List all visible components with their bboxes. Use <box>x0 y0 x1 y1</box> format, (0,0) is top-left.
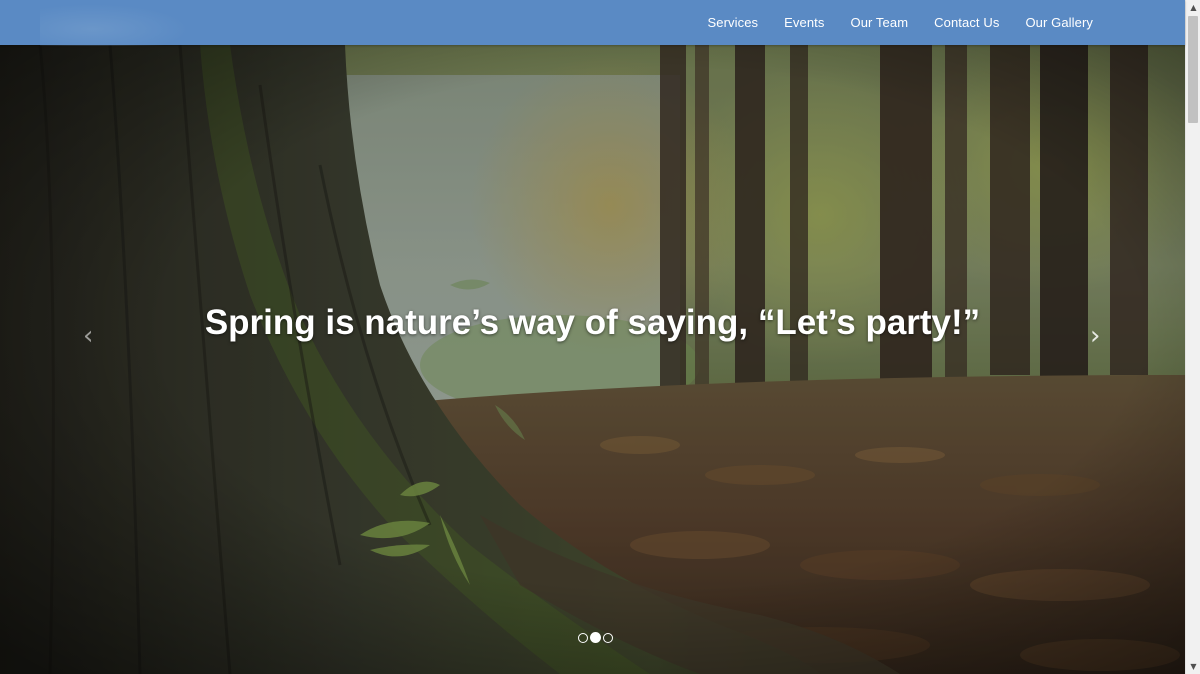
carousel-indicator-1[interactable] <box>578 632 588 643</box>
scroll-down-arrow[interactable]: ▼ <box>1186 659 1200 674</box>
hero-carousel: ‹ Spring is nature’s way of saying, “Let… <box>0 45 1185 674</box>
vertical-scrollbar[interactable]: ▲ ▼ <box>1185 0 1200 674</box>
scroll-thumb[interactable] <box>1188 16 1198 123</box>
site-logo[interactable] <box>40 4 190 46</box>
nav-link-events[interactable]: Events <box>784 15 824 30</box>
carousel-indicator-2[interactable] <box>590 632 601 643</box>
carousel-next-arrow[interactable]: › <box>1090 323 1100 349</box>
nav-link-services[interactable]: Services <box>707 15 758 30</box>
navbar: Services Events Our Team Contact Us Our … <box>0 0 1185 46</box>
hero-caption: Spring is nature’s way of saying, “Let’s… <box>204 303 981 342</box>
carousel-indicators <box>577 632 614 643</box>
nav-link-our-team[interactable]: Our Team <box>850 15 908 30</box>
nav-link-our-gallery[interactable]: Our Gallery <box>1025 15 1093 30</box>
scroll-up-arrow[interactable]: ▲ <box>1186 0 1200 15</box>
nav-menu: Services Events Our Team Contact Us Our … <box>681 0 1093 45</box>
hero-background-image <box>0 45 1185 674</box>
carousel-indicator-3[interactable] <box>603 632 613 643</box>
nav-link-contact-us[interactable]: Contact Us <box>934 15 999 30</box>
